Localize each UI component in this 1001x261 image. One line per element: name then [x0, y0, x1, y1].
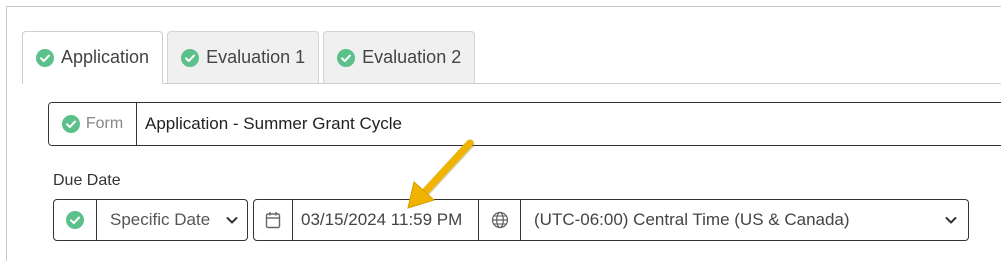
due-date-label: Due Date: [53, 172, 121, 189]
timezone-addon: [479, 199, 521, 241]
chevron-down-icon: [226, 217, 238, 224]
tab-application[interactable]: Application: [22, 31, 164, 84]
form-value-input[interactable]: Application - Summer Grant Cycle: [137, 103, 1001, 145]
globe-icon: [491, 211, 508, 229]
form-label-addon: Form: [49, 103, 137, 145]
calendar-icon: [265, 212, 281, 229]
due-date-mode-value: Specific Date: [110, 210, 211, 229]
tab-evaluation-2[interactable]: Evaluation 2: [323, 31, 476, 83]
tab-label: Application: [61, 47, 150, 67]
due-date-mode-select[interactable]: Specific Date: [97, 199, 248, 241]
check-circle-icon: [61, 115, 80, 133]
chevron-down-icon: [945, 217, 957, 224]
timezone-value: (UTC-06:00) Central Time (US & Canada): [534, 210, 850, 229]
check-circle-icon: [36, 48, 54, 67]
timezone-select[interactable]: (UTC-06:00) Central Time (US & Canada): [521, 199, 969, 241]
tab-label: Evaluation 2: [362, 47, 462, 67]
tab-label: Evaluation 1: [206, 47, 306, 67]
due-date-status: [53, 199, 97, 241]
calendar-button[interactable]: [253, 199, 293, 241]
check-circle-icon: [181, 48, 200, 67]
due-date-row: Specific Date 03/15/2024 11:59 PM (UTC-0…: [53, 199, 969, 241]
tab-divider: [22, 83, 1001, 84]
check-circle-icon: [337, 48, 356, 67]
tab-bar: Application Evaluation 1 Evaluation 2: [22, 25, 476, 84]
form-field: Form Application - Summer Grant Cycle: [48, 102, 1001, 146]
check-circle-icon: [66, 211, 84, 229]
form-label: Form: [85, 115, 124, 132]
annotation-arrow-icon: [407, 139, 475, 209]
tab-evaluation-1[interactable]: Evaluation 1: [167, 31, 320, 83]
